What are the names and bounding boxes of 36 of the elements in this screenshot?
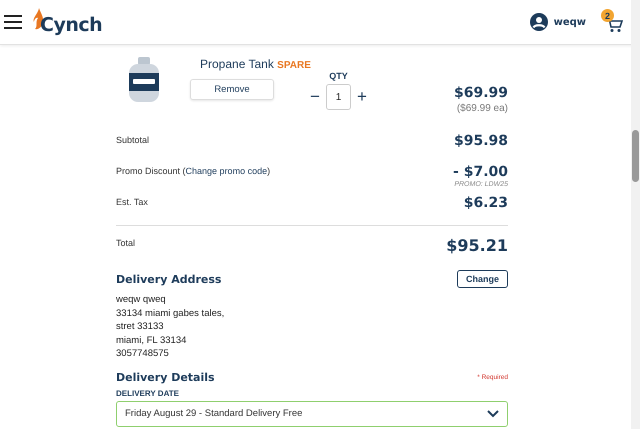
- total-value: $95.21: [446, 236, 508, 257]
- qty-label: QTY: [329, 71, 348, 81]
- address-line: stret 33133: [116, 320, 165, 334]
- cart-button[interactable]: 2: [604, 11, 626, 33]
- section-title: Delivery Details: [116, 370, 215, 384]
- address-line: 3057748575: [116, 347, 170, 360]
- address-line: miami, FL 33134: [116, 334, 188, 347]
- summary-value: $6.23: [464, 195, 508, 211]
- user-name[interactable]: weqw: [554, 16, 586, 28]
- unit-price: ($69.99 ea): [456, 103, 508, 114]
- summary-label: Promo Discount (Change promo code): [116, 165, 270, 178]
- change-button[interactable]: Change: [456, 270, 508, 288]
- spare-tag: SPARE: [277, 60, 311, 71]
- total-label: Total: [116, 237, 136, 250]
- menu-icon[interactable]: [4, 15, 22, 29]
- summary-value: - $7.00: [453, 164, 508, 180]
- field-label: DELIVERY DATE: [116, 388, 180, 398]
- address-line: weqw qweq: [116, 293, 167, 306]
- propane-tank-drawing: [128, 57, 160, 103]
- summary-value: $95.98: [454, 133, 508, 149]
- logo[interactable]: Cynch: [32, 8, 102, 36]
- scrollbar[interactable]: [631, 0, 640, 429]
- address-line: 33134 miami gabes tales,: [116, 306, 226, 320]
- summary-label: Est. Tax: [116, 196, 148, 209]
- summary-label: Subtotal: [116, 134, 150, 147]
- increase-button[interactable]: +: [355, 87, 369, 107]
- chevron-down-icon: [487, 410, 499, 418]
- remove-button[interactable]: Remove: [190, 79, 274, 100]
- quantity-field[interactable]: 1: [326, 84, 351, 110]
- section-title: Delivery Address: [116, 272, 222, 286]
- change-promo-link[interactable]: Change promo code: [186, 166, 268, 176]
- item-price: $69.99: [454, 85, 508, 101]
- cart-count-badge: 2: [601, 9, 614, 22]
- delivery-date-dropdown[interactable]: Friday August 29 - Standard Delivery Free: [116, 400, 508, 426]
- user-icon[interactable]: [530, 13, 548, 31]
- decrease-button[interactable]: −: [308, 87, 322, 107]
